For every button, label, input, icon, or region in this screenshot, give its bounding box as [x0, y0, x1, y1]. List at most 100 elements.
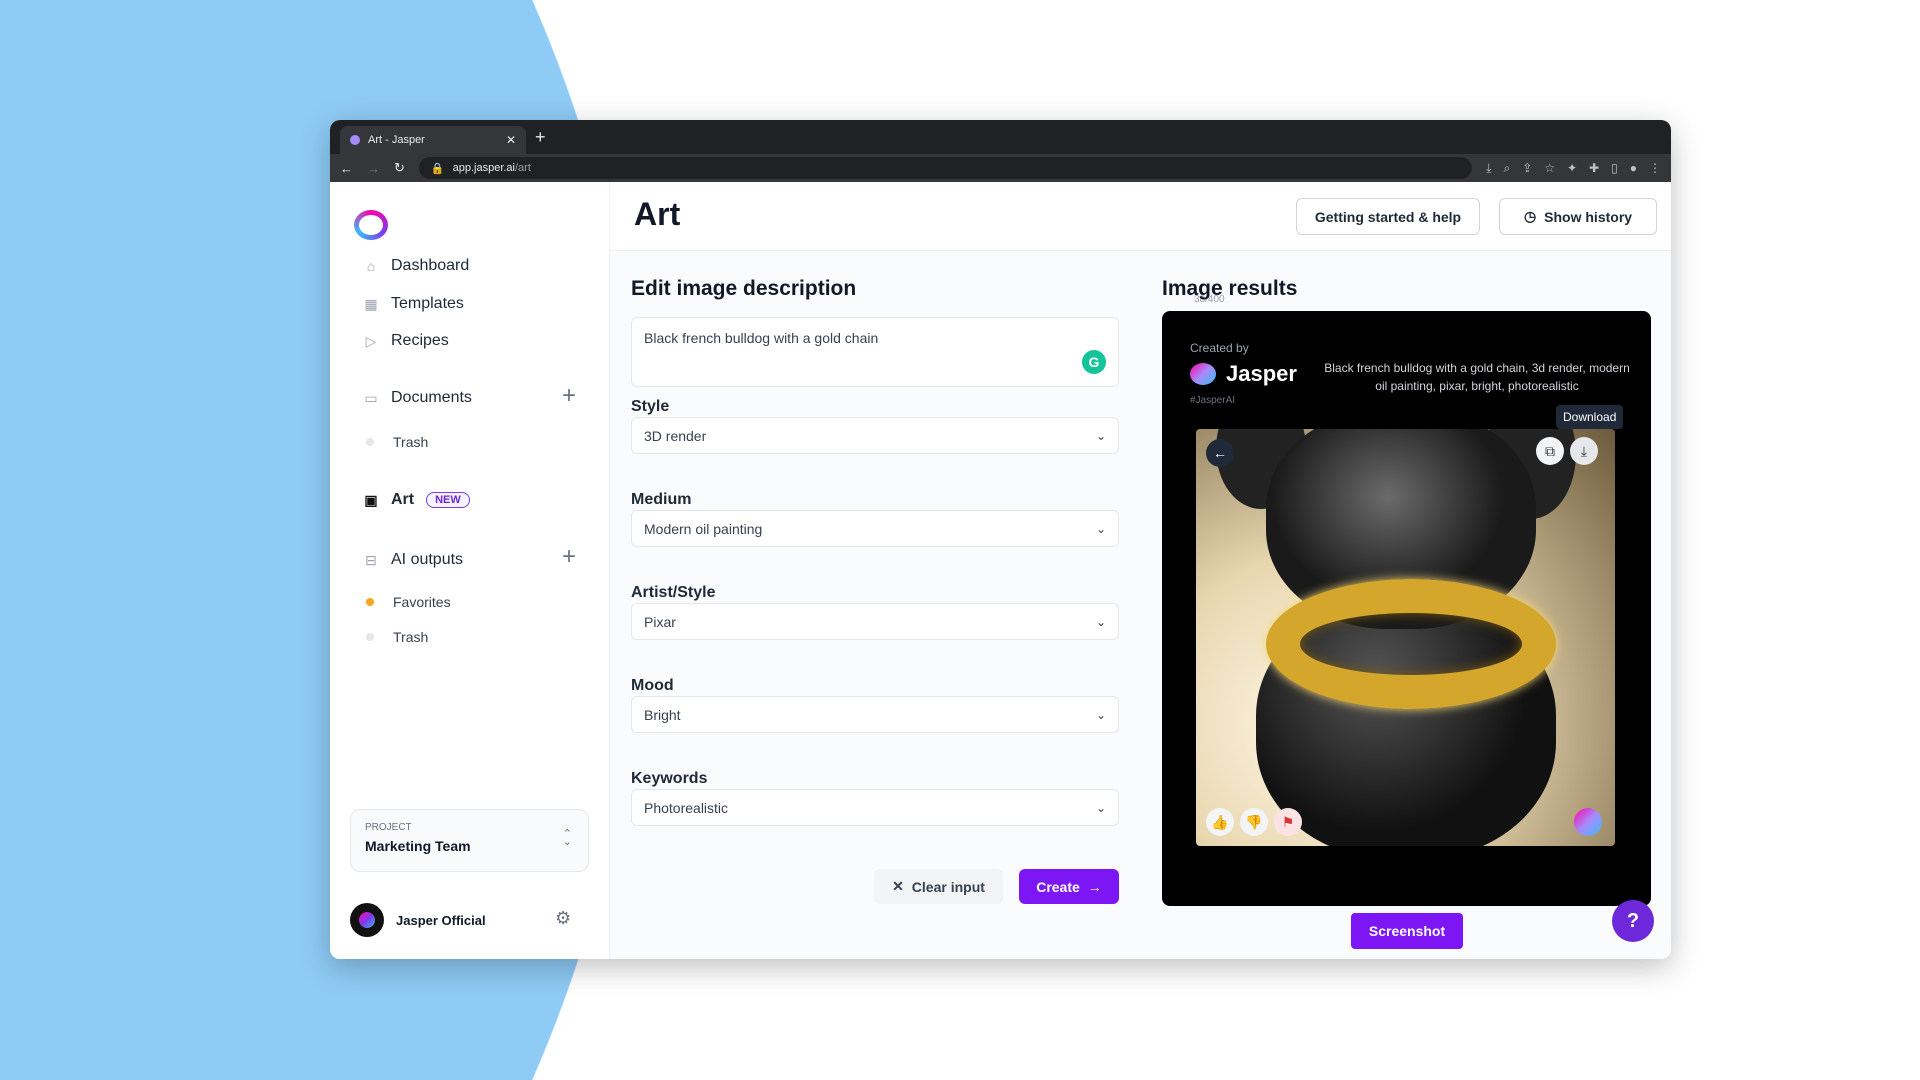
sidebar-item-documents-trash[interactable]: Trash	[366, 434, 428, 450]
sidebar-item-dashboard[interactable]: ⌂ Dashboard	[363, 257, 470, 275]
menu-icon[interactable]: ⋮	[1649, 161, 1661, 176]
sidebar-item-label: Favorites	[393, 594, 451, 610]
description-input[interactable]: Black french bulldog with a gold chain G	[631, 317, 1119, 387]
download-tooltip: Download	[1556, 405, 1624, 429]
new-tab-icon[interactable]: +	[535, 127, 546, 148]
browser-window: Art - Jasper ✕ + ← → ↻ 🔒 app.jasper.ai/a…	[330, 120, 1671, 959]
clear-input-button[interactable]: ✕ Clear input	[874, 869, 1003, 904]
thumbs-up-icon[interactable]: 👍	[1206, 808, 1234, 836]
grammarly-icon[interactable]: G	[1082, 350, 1106, 374]
sidebar-item-favorites[interactable]: Favorites	[366, 594, 451, 610]
keywords-select[interactable]: Photorealistic ⌄	[631, 789, 1119, 826]
generated-image[interactable]: ← ⧉ ⤓ 👍 👎 ⚑	[1196, 429, 1615, 846]
chevron-down-icon: ⌄	[1095, 707, 1106, 722]
sidebar-item-label: Art	[391, 491, 415, 508]
image-icon: ▣	[364, 491, 378, 508]
address-bar: ← → ↻ 🔒 app.jasper.ai/art ⤓ ⌕ ⇪ ☆ ✦ ✚ ▯ …	[330, 154, 1671, 182]
sidebar-item-documents[interactable]: ▭ Documents	[363, 389, 472, 407]
main-content: Art Getting started & help ◷ Show history…	[610, 182, 1671, 959]
keywords-label: Keywords	[631, 770, 708, 787]
back-arrow-button[interactable]: ←	[1206, 439, 1234, 467]
chevron-down-icon: ⌄	[1095, 521, 1106, 536]
prompt-text: Black french bulldog with a gold chain, …	[1324, 361, 1630, 393]
gear-icon[interactable]: ⚙	[555, 908, 571, 929]
form-heading: Edit image description	[631, 277, 857, 300]
medium-label: Medium	[631, 491, 692, 508]
avatar	[350, 903, 384, 937]
arrow-right-icon: →	[1087, 878, 1102, 895]
star-icon[interactable]: ☆	[1544, 161, 1555, 176]
description-text: Black french bulldog with a gold chain	[644, 330, 879, 346]
browser-tab[interactable]: Art - Jasper ✕	[340, 126, 526, 154]
extension-icon[interactable]: ✦	[1567, 161, 1577, 176]
url-field[interactable]: 🔒 app.jasper.ai/art	[418, 157, 1473, 179]
grid-icon: ▦	[364, 295, 378, 312]
artist-style-label: Artist/Style	[631, 584, 716, 601]
back-icon[interactable]: ←	[340, 161, 353, 176]
close-tab-icon[interactable]: ✕	[506, 133, 516, 147]
user-profile[interactable]: Jasper Official	[350, 903, 486, 937]
inbox-icon: ⊟	[365, 551, 377, 568]
page-title: Art	[634, 196, 681, 232]
add-ai-output-button[interactable]: +	[562, 543, 576, 571]
chevron-down-icon: ⌄	[1095, 800, 1106, 815]
sidebar-item-outputs-trash[interactable]: Trash	[366, 629, 428, 645]
home-icon: ⌂	[366, 258, 376, 274]
clock-icon: ◷	[1523, 208, 1537, 224]
sidebar-item-recipes[interactable]: ▷ Recipes	[363, 332, 449, 350]
mood-label: Mood	[631, 677, 674, 694]
sidebar-item-label: Trash	[393, 434, 429, 450]
copy-icon[interactable]: ⧉	[1536, 437, 1564, 465]
mood-select[interactable]: Bright ⌄	[631, 696, 1119, 733]
artist-style-select[interactable]: Pixar ⌄	[631, 603, 1119, 640]
lock-icon: 🔒	[430, 162, 445, 175]
favicon-icon	[350, 135, 360, 145]
url-path: /art	[515, 162, 531, 174]
create-button[interactable]: Create →	[1019, 869, 1119, 904]
style-label: Style	[631, 398, 670, 415]
project-value: Marketing Team	[365, 838, 471, 854]
sidepanel-icon[interactable]: ▯	[1611, 161, 1618, 176]
chevron-down-icon: ⌄	[1095, 614, 1106, 629]
sidebar-item-label: AI outputs	[391, 551, 464, 568]
jasper-brand: Jasper	[1190, 361, 1297, 387]
puzzle-icon[interactable]: ✚	[1589, 161, 1599, 176]
dot-icon	[366, 438, 374, 446]
hashtag: #JasperAI	[1190, 395, 1236, 406]
install-icon[interactable]: ⤓	[1486, 161, 1491, 176]
tab-title: Art - Jasper	[368, 134, 425, 146]
document-icon: ▭	[364, 389, 378, 406]
forward-icon[interactable]: →	[367, 161, 380, 176]
thumbs-down-icon[interactable]: 👎	[1240, 808, 1268, 836]
image-result-card: Created by Jasper #JasperAI Black french…	[1162, 311, 1651, 906]
jasper-watermark-icon	[1574, 808, 1602, 836]
sidebar-item-label: Trash	[393, 629, 429, 645]
zoom-icon[interactable]: ⌕	[1503, 161, 1510, 176]
download-icon[interactable]: ⤓	[1570, 437, 1598, 465]
sidebar-item-templates[interactable]: ▦ Templates	[363, 295, 464, 313]
dot-icon	[366, 598, 374, 606]
medium-select[interactable]: Modern oil painting ⌄	[631, 510, 1119, 547]
chevron-down-icon: ⌄	[1095, 428, 1106, 443]
results-heading: Image results	[1162, 277, 1298, 300]
close-icon: ✕	[892, 878, 904, 894]
tab-bar: Art - Jasper ✕ +	[330, 120, 1671, 154]
share-icon[interactable]: ⇪	[1522, 161, 1532, 176]
recipe-icon: ▷	[365, 332, 377, 349]
show-history-button[interactable]: ◷ Show history	[1499, 198, 1657, 235]
sidebar-item-label: Templates	[391, 295, 464, 312]
project-selector[interactable]: PROJECT Marketing Team ⌃ ⌄	[350, 809, 589, 872]
screenshot-button[interactable]: Screenshot	[1351, 913, 1463, 949]
sidebar-item-ai-outputs[interactable]: ⊟ AI outputs	[363, 551, 463, 569]
add-document-button[interactable]: +	[562, 382, 576, 410]
jasper-logo[interactable]	[354, 210, 388, 240]
flag-icon[interactable]: ⚑	[1274, 808, 1302, 836]
sidebar-item-art[interactable]: ▣ Art NEW	[363, 491, 470, 509]
style-select[interactable]: 3D render ⌄	[631, 417, 1119, 454]
help-button-floating[interactable]: ?	[1612, 900, 1654, 942]
help-button[interactable]: Getting started & help	[1296, 198, 1480, 235]
chevron-updown-icon: ⌃ ⌄	[562, 828, 572, 848]
sidebar-item-label: Documents	[391, 389, 472, 406]
reload-icon[interactable]: ↻	[394, 160, 405, 176]
profile-icon[interactable]: ●	[1630, 161, 1637, 176]
